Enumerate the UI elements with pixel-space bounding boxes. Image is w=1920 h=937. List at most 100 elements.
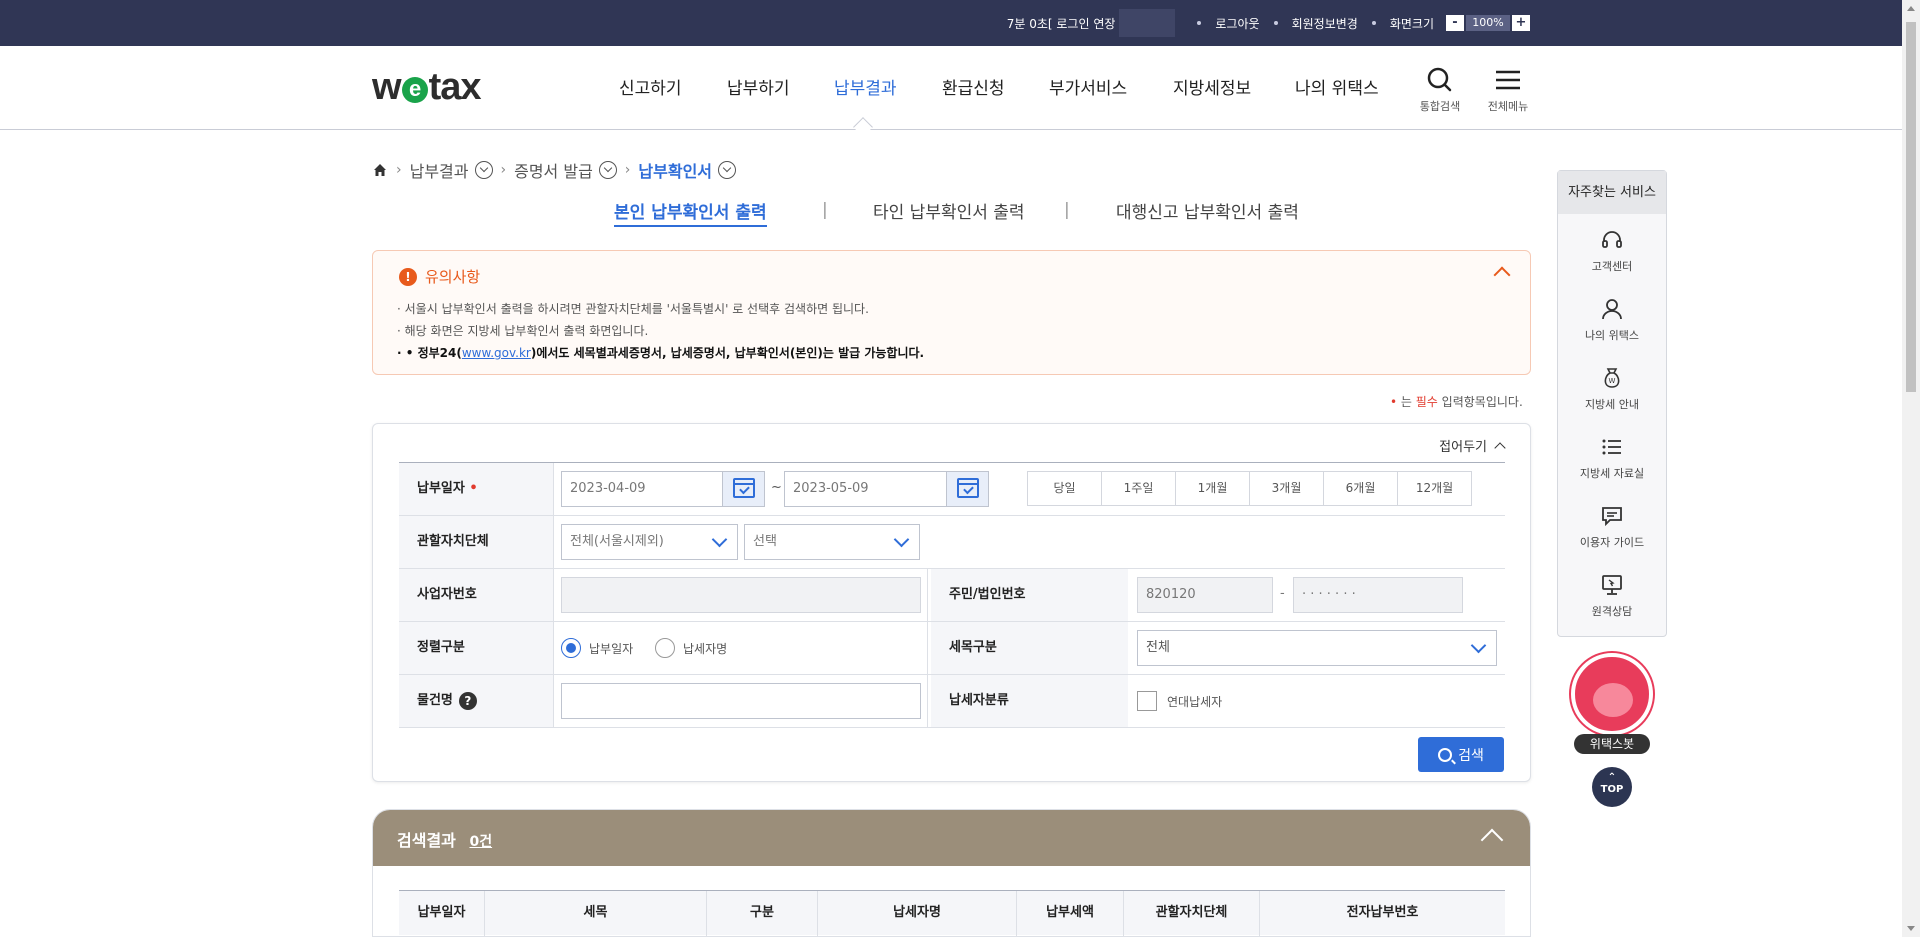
zoom-in-button[interactable]: + — [1512, 15, 1530, 31]
column-header: 납세자명 — [818, 891, 1017, 936]
wetax-bot-button[interactable]: 위택스봇 — [1570, 653, 1654, 754]
scroll-up-arrow-icon[interactable] — [1907, 6, 1915, 11]
notice-title: ! 유의사항 — [399, 266, 480, 287]
jurisdiction-sub-select[interactable]: 선택 — [744, 524, 920, 560]
nav-my-wetax[interactable]: 나의 위택스 — [1295, 74, 1379, 99]
quick-local-tax-guide[interactable]: W 지방세 안내 — [1558, 352, 1666, 421]
form-row: 관할자치단체 전체(서울시제외) 선택 — [399, 516, 1505, 569]
results-header: 검색결과 0건 — [373, 810, 1530, 866]
chevron-down-icon[interactable] — [598, 161, 617, 179]
hamburger-icon — [1496, 70, 1520, 90]
member-edit-link[interactable]: 회원정보변경 — [1292, 15, 1358, 32]
breadcrumb-current[interactable]: 납부확인서 — [638, 158, 712, 182]
chevron-up-icon — [1494, 441, 1506, 454]
quick-customer-center[interactable]: 고객센터 — [1558, 214, 1666, 283]
calendar-icon[interactable] — [722, 472, 764, 506]
taxpayer-type-label: 납세자분류 — [931, 675, 1128, 727]
form-row: 물건명? 납세자분류 연대납세자 — [399, 675, 1505, 728]
search-icon — [1438, 747, 1453, 762]
chevron-down-icon[interactable] — [718, 161, 737, 179]
quick-user-guide[interactable]: 이용자 가이드 — [1558, 490, 1666, 559]
form-row: 사업자번호 주민/법인번호 820120 - · · · · · · · — [399, 569, 1505, 622]
chevron-up-icon: ⌃ — [1607, 772, 1617, 783]
chat-icon — [1602, 507, 1622, 527]
all-menu-button[interactable]: 전체메뉴 — [1480, 66, 1536, 114]
object-name-input[interactable] — [561, 683, 921, 719]
logout-link[interactable]: 로그아웃 — [1215, 15, 1259, 32]
joint-taxpayer-checkbox[interactable]: 연대납세자 — [1137, 691, 1222, 711]
quick-remote-consult[interactable]: 원격상담 — [1558, 559, 1666, 628]
period-buttons: 당일 1주일 1개월 3개월 6개월 12개월 — [1027, 471, 1472, 506]
headset-icon — [1602, 231, 1622, 248]
fold-button[interactable]: 접어두기 — [1439, 436, 1506, 455]
jurisdiction-select[interactable]: 전체(서울시제외) — [561, 524, 738, 560]
period-3month-button[interactable]: 3개월 — [1249, 471, 1324, 506]
sort-by-taxpayer-radio[interactable]: 납세자명 — [655, 638, 727, 658]
chevron-down-icon[interactable] — [474, 161, 493, 179]
form-row: 정렬구분 납부일자 납세자명 세목구분 전체 — [399, 622, 1505, 675]
home-icon[interactable] — [372, 162, 388, 178]
search-button[interactable]: 검색 — [1418, 737, 1504, 772]
quick-local-tax-data[interactable]: 지방세 자료실 — [1558, 421, 1666, 490]
zoom-out-button[interactable]: - — [1446, 15, 1464, 31]
nav-pay[interactable]: 납부하기 — [727, 74, 790, 99]
nav-local-tax-info[interactable]: 지방세정보 — [1173, 74, 1251, 99]
business-number-label: 사업자번호 — [399, 569, 553, 621]
resident-number-front[interactable]: 820120 — [1137, 577, 1273, 613]
help-icon[interactable]: ? — [458, 691, 477, 710]
breadcrumb: › 납부결과 › 증명서 발급 › 납부확인서 — [372, 158, 737, 182]
breadcrumb-certificate[interactable]: 증명서 발급 — [514, 158, 593, 182]
sort-label: 정렬구분 — [399, 622, 553, 674]
results-table-header: 납부일자 세목 구분 납세자명 납부세액 관할자치단체 전자납부번호 — [399, 890, 1505, 936]
search-form: 접어두기 납부일자 • 2023-04-09 ~ 2023-05-09 당일 1… — [372, 423, 1531, 782]
notice-list: · 서울시 납부확인서 출력을 하시려면 관할자치단체를 '서울특별시' 로 선… — [397, 298, 924, 364]
column-header: 납부세액 — [1017, 891, 1124, 936]
calendar-icon[interactable] — [946, 472, 988, 506]
required-note: • 는 필수 입력항목입니다. — [1390, 395, 1523, 409]
chevron-up-icon[interactable] — [1493, 266, 1511, 284]
nav-pay-result[interactable]: 납부결과 — [834, 74, 897, 99]
period-1month-button[interactable]: 1개월 — [1175, 471, 1250, 506]
wetax-logo[interactable]: w e tax — [372, 66, 481, 109]
user-icon — [1602, 299, 1622, 320]
gov24-link[interactable]: www.gov.kr — [462, 346, 531, 360]
date-from-input[interactable]: 2023-04-09 — [561, 471, 765, 507]
utility-links: 7분 0초[ 로그인 연장 로그아웃 회원정보변경 화면크기 - 100% + — [1007, 0, 1532, 46]
session-user-mask — [1119, 9, 1176, 37]
business-number-input[interactable] — [561, 577, 921, 613]
period-6month-button[interactable]: 6개월 — [1323, 471, 1398, 506]
tax-item-select[interactable]: 전체 — [1137, 630, 1497, 666]
scrollbar-thumb[interactable] — [1906, 22, 1916, 392]
results-count: 0건 — [469, 834, 493, 850]
resident-number-back[interactable]: · · · · · · · — [1293, 577, 1463, 613]
nav-report[interactable]: 신고하기 — [619, 74, 682, 99]
column-header: 구분 — [707, 891, 818, 936]
search-results: 검색결과 0건 납부일자 세목 구분 납세자명 납부세액 관할자치단체 전자납부… — [372, 809, 1531, 937]
chevron-up-icon[interactable] — [1480, 828, 1504, 852]
nav-extra-service[interactable]: 부가서비스 — [1049, 74, 1127, 99]
notice-line: · 해당 화면은 지방세 납부확인서 출력 화면입니다. — [397, 324, 649, 338]
monitor-icon — [1602, 575, 1622, 595]
tab-proxy-certificate[interactable]: 대행신고 납부확인서 출력 — [1116, 198, 1299, 223]
sort-by-pay-date-radio[interactable]: 납부일자 — [561, 638, 633, 658]
chevron-down-icon — [1470, 637, 1487, 654]
jurisdiction-label: 관할자치단체 — [399, 516, 553, 568]
tab-self-certificate[interactable]: 본인 납부확인서 출력 — [614, 198, 767, 227]
scroll-top-button[interactable]: ⌃ TOP — [1592, 767, 1632, 807]
period-today-button[interactable]: 당일 — [1027, 471, 1102, 506]
chevron-right-icon: › — [396, 162, 402, 178]
period-12month-button[interactable]: 12개월 — [1397, 471, 1472, 506]
object-name-label: 물건명? — [399, 675, 553, 727]
nav-refund[interactable]: 환급신청 — [942, 74, 1005, 99]
tab-other-certificate[interactable]: 타인 납부확인서 출력 — [873, 198, 1025, 223]
period-1week-button[interactable]: 1주일 — [1101, 471, 1176, 506]
integrated-search-button[interactable]: 통합검색 — [1412, 66, 1468, 114]
quick-my-wetax[interactable]: 나의 위택스 — [1558, 283, 1666, 352]
date-to-input[interactable]: 2023-05-09 — [784, 471, 989, 507]
zoom-level: 100% — [1466, 15, 1510, 31]
breadcrumb-pay-result[interactable]: 납부결과 — [410, 158, 469, 182]
active-nav-indicator — [853, 117, 873, 137]
scroll-down-arrow-icon[interactable] — [1907, 926, 1915, 931]
session-timer[interactable]: 7분 0초[ 로그인 연장 — [1007, 15, 1116, 32]
page-scrollbar[interactable] — [1902, 0, 1920, 937]
